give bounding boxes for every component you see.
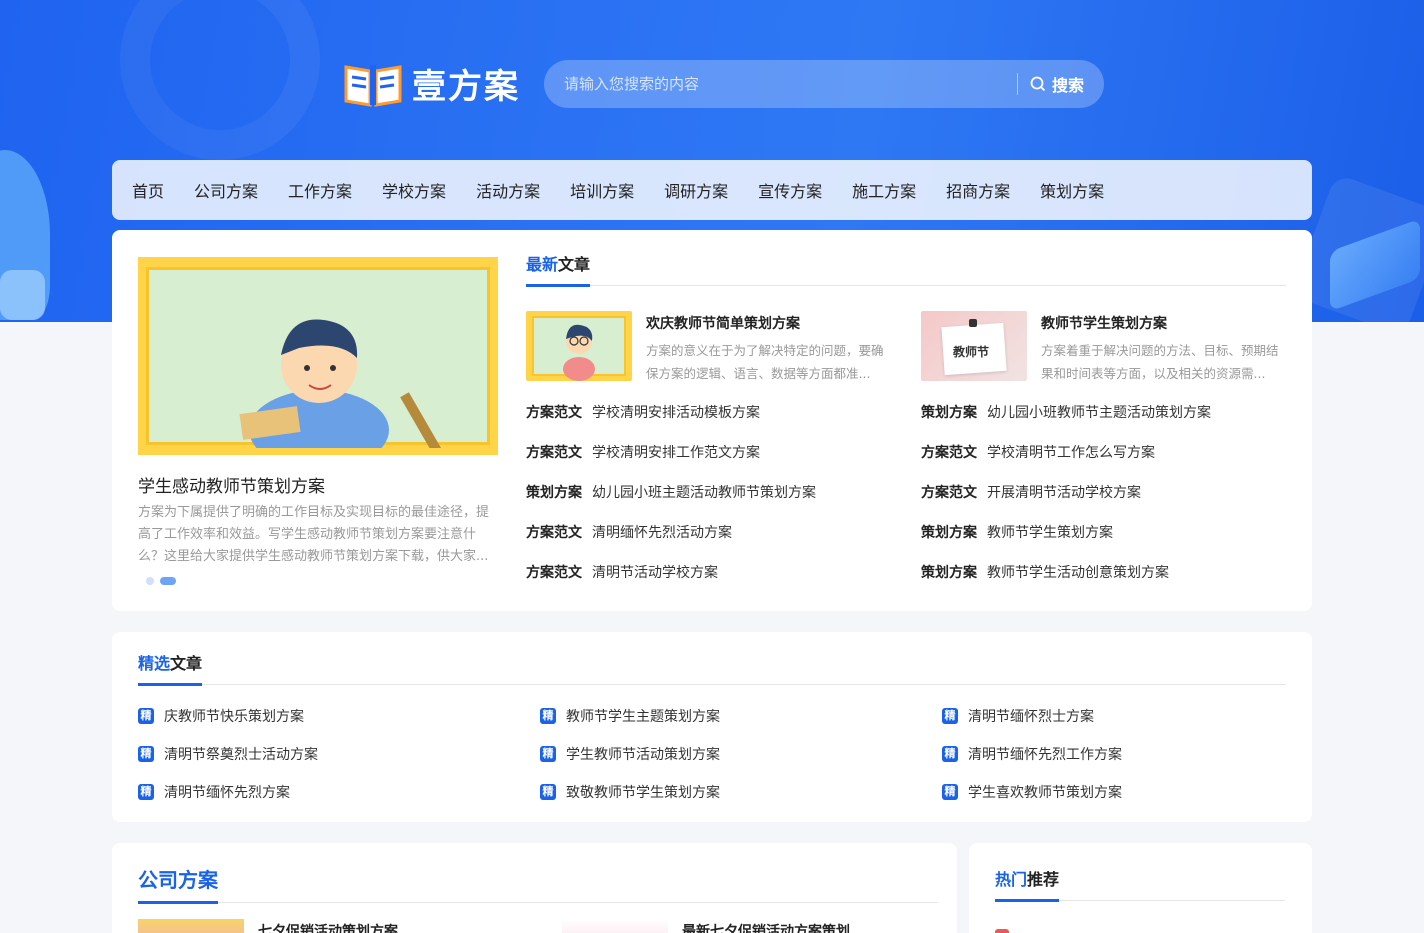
slider-image[interactable] [138, 257, 498, 455]
article-row[interactable]: 方案范文 学校清明节工作怎么写方案 [921, 442, 1155, 462]
hot-card: 热门推荐 [969, 843, 1312, 933]
hot-header: 热门推荐 [995, 865, 1285, 902]
pick-badge-icon: 精 [540, 784, 556, 800]
pick-item[interactable]: 精清明节祭奠烈士活动方案 [138, 744, 318, 764]
search-button-label: 搜索 [1051, 76, 1084, 95]
picks-title: 精选文章 [138, 652, 203, 686]
company-header: 公司方案 [138, 865, 938, 904]
hot-rank-badge [995, 929, 1009, 933]
pick-badge-icon: 精 [942, 784, 958, 800]
latest-card: 学生感动教师节策划方案 方案为下属提供了明确的工作目标及实现目标的最佳途径，提高… [112, 230, 1312, 611]
open-book-icon [344, 65, 402, 107]
company-thumb[interactable] [562, 919, 668, 933]
featured-desc: 方案着重于解决问题的方法、目标、预期结果和时间表等方面，以及相关的资源需... [1041, 343, 1279, 381]
latest-header: 最新文章 [526, 252, 1286, 287]
article-row[interactable]: 策划方案 教师节学生活动创意策划方案 [921, 562, 1169, 582]
nav-item-promotion[interactable]: 宣传方案 [758, 178, 822, 202]
pick-item[interactable]: 精致敬教师节学生策划方案 [540, 782, 720, 802]
pick-item[interactable]: 精清明节缅怀先烈方案 [138, 782, 290, 802]
brand-name: 壹方案 [412, 66, 520, 107]
pick-item[interactable]: 精教师节学生主题策划方案 [540, 706, 720, 726]
nav-item-planning[interactable]: 策划方案 [1040, 178, 1104, 202]
slider-title[interactable]: 学生感动教师节策划方案 [138, 472, 325, 497]
article-row[interactable]: 方案范文 开展清明节活动学校方案 [921, 482, 1141, 502]
pick-badge-icon: 精 [942, 708, 958, 724]
hot-title: 热门推荐 [995, 866, 1060, 902]
pick-badge-icon: 精 [942, 746, 958, 762]
featured-thumb: 教师节 [921, 311, 1027, 381]
company-title[interactable]: 公司方案 [138, 866, 218, 904]
nav-item-research[interactable]: 调研方案 [664, 178, 728, 202]
picks-header: 精选文章 [138, 651, 1286, 686]
company-article-title[interactable]: 最新七夕促销活动方案策划 [682, 921, 850, 933]
latest-title: 最新文章 [526, 253, 591, 287]
pick-item[interactable]: 精清明节缅怀烈士方案 [942, 706, 1094, 726]
slider-dot-active[interactable] [160, 577, 176, 585]
search-input[interactable] [544, 60, 1017, 108]
featured-article[interactable]: 教师节 教师节学生策划方案 方案着重于解决问题的方法、目标、预期结果和时间表等方… [921, 311, 1286, 383]
featured-thumb [526, 311, 632, 381]
article-row[interactable]: 方案范文 清明节活动学校方案 [526, 562, 718, 582]
nav-item-school[interactable]: 学校方案 [382, 178, 446, 202]
featured-title[interactable]: 教师节学生策划方案 [1041, 313, 1167, 333]
slider-desc: 方案为下属提供了明确的工作目标及实现目标的最佳途径，提高了工作效率和效益。写学生… [138, 505, 490, 564]
nav-item-activity[interactable]: 活动方案 [476, 178, 540, 202]
teacher-illustration [239, 319, 444, 455]
article-row[interactable]: 方案范文 清明缅怀先烈活动方案 [526, 522, 732, 542]
pick-item[interactable]: 精庆教师节快乐策划方案 [138, 706, 304, 726]
featured-article[interactable]: 欢庆教师节简单策划方案 方案的意义在于为了解决特定的问题，要确保方案的逻辑、语言… [526, 311, 891, 383]
pick-item[interactable]: 精学生喜欢教师节策划方案 [942, 782, 1122, 802]
pick-badge-icon: 精 [540, 708, 556, 724]
article-row[interactable]: 方案范文 学校清明安排活动模板方案 [526, 402, 760, 422]
main-nav: 首页 公司方案 工作方案 学校方案 活动方案 培训方案 调研方案 宣传方案 施工… [112, 160, 1312, 220]
picks-card: 精选文章 精庆教师节快乐策划方案 精教师节学生主题策划方案 精清明节缅怀烈士方案… [112, 632, 1312, 822]
search-icon [1030, 76, 1046, 92]
nav-item-company[interactable]: 公司方案 [194, 178, 258, 202]
company-article-title[interactable]: 七夕促销活动策划方案 [258, 921, 398, 933]
nav-item-investment[interactable]: 招商方案 [946, 178, 1010, 202]
company-thumb[interactable] [138, 919, 244, 933]
article-row[interactable]: 策划方案 幼儿园小班主题活动教师节策划方案 [526, 482, 816, 502]
article-row[interactable]: 方案范文 学校清明安排工作范文方案 [526, 442, 760, 462]
nav-item-training[interactable]: 培训方案 [570, 178, 634, 202]
pick-badge-icon: 精 [138, 708, 154, 724]
pick-badge-icon: 精 [138, 784, 154, 800]
slider-dot[interactable] [146, 577, 154, 585]
article-row[interactable]: 策划方案 幼儿园小班教师节主题活动策划方案 [921, 402, 1211, 422]
pick-item[interactable]: 精学生教师节活动策划方案 [540, 744, 720, 764]
pick-item[interactable]: 精清明节缅怀先烈工作方案 [942, 744, 1122, 764]
featured-desc: 方案的意义在于为了解决特定的问题，要确保方案的逻辑、语言、数据等方面都准... [646, 343, 884, 381]
pick-badge-icon: 精 [138, 746, 154, 762]
company-card: 公司方案 七夕促销活动策划方案 最新七夕促销活动方案策划 [112, 843, 957, 933]
slider-dots [146, 577, 182, 585]
search-bar: 搜索 [544, 60, 1104, 108]
site-logo[interactable]: 壹方案 [342, 58, 520, 108]
featured-title[interactable]: 欢庆教师节简单策划方案 [646, 313, 800, 333]
pick-badge-icon: 精 [540, 746, 556, 762]
nav-item-home[interactable]: 首页 [132, 178, 164, 202]
nav-item-construction[interactable]: 施工方案 [852, 178, 916, 202]
search-button[interactable]: 搜索 [1018, 60, 1104, 108]
nav-item-work[interactable]: 工作方案 [288, 178, 352, 202]
article-row[interactable]: 策划方案 教师节学生策划方案 [921, 522, 1113, 542]
